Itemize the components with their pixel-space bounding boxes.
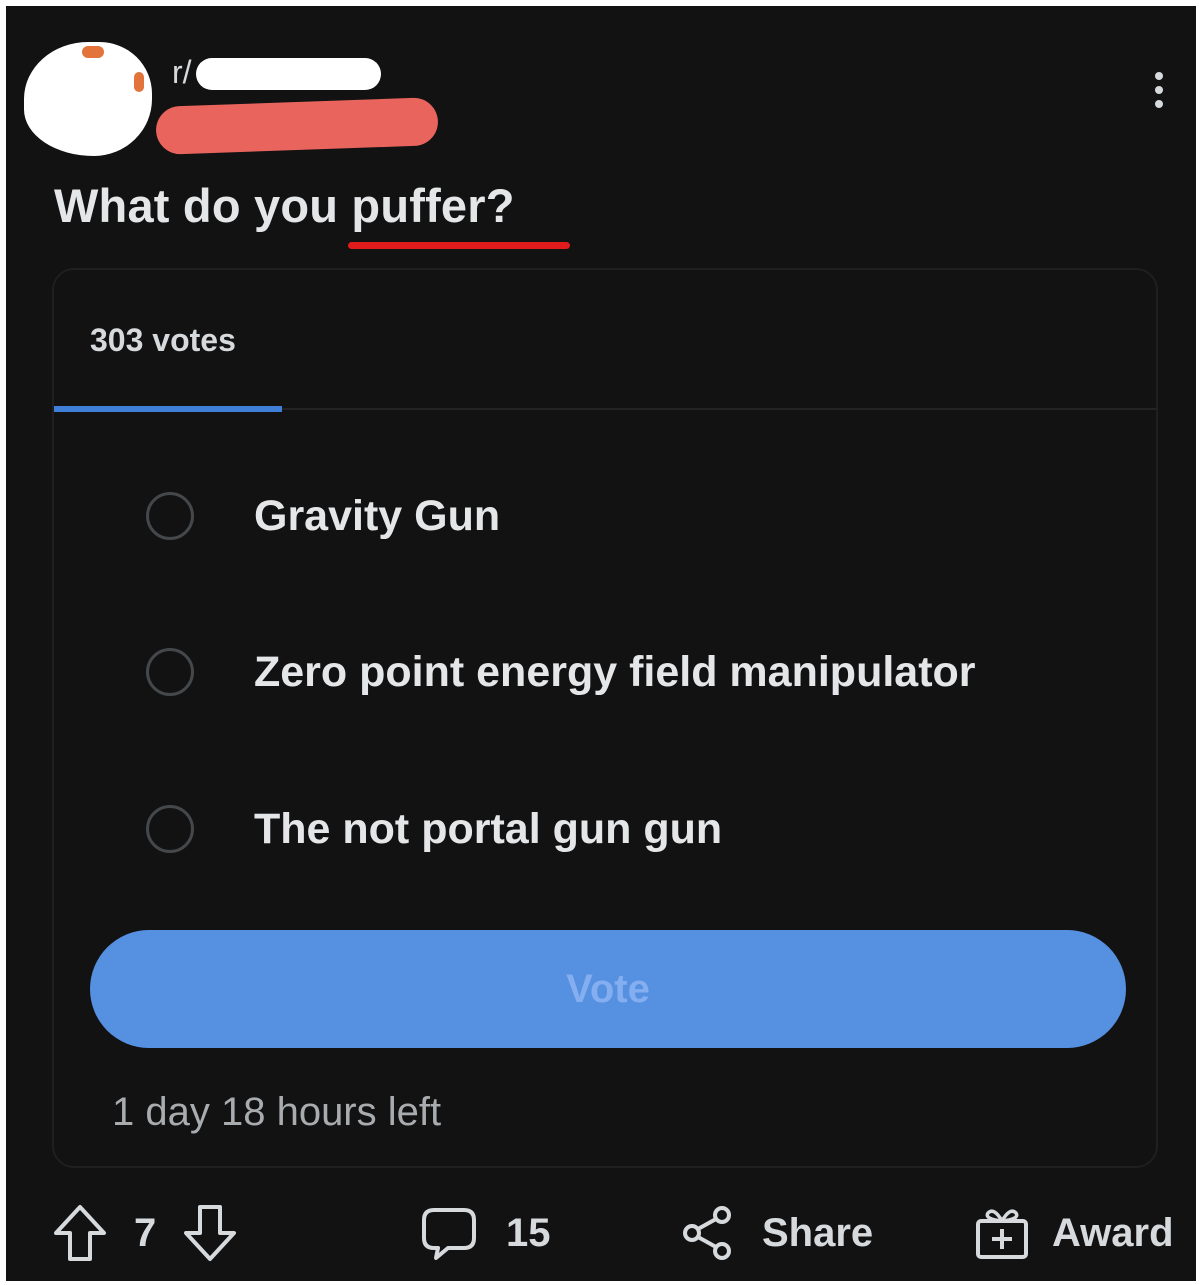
arrow-down-icon (184, 1205, 236, 1261)
vote-button[interactable]: Vote (90, 930, 1126, 1048)
avatar-redacted[interactable] (24, 42, 152, 156)
more-vertical-icon[interactable] (1149, 72, 1169, 116)
post-title[interactable]: What do you puffer? (54, 178, 515, 233)
comments-button[interactable]: 15 (420, 1198, 551, 1268)
share-label: Share (762, 1210, 874, 1255)
share-icon (683, 1206, 731, 1260)
gift-award-icon (976, 1209, 1028, 1259)
comment-bubble-icon (422, 1208, 476, 1260)
post-actions-bar: 7 15 Share Award (6, 1198, 1196, 1268)
radio-button[interactable] (146, 648, 194, 696)
vote-score-value: 7 (134, 1210, 157, 1255)
username-redaction (155, 97, 439, 155)
poll-votes-tab[interactable]: 303 votes (90, 322, 236, 359)
poll-card: 303 votes Gravity Gun Zero point energy … (52, 268, 1158, 1168)
subreddit-prefix[interactable]: r/ (172, 54, 192, 91)
poll-option[interactable]: Zero point energy field manipulator (146, 644, 1106, 704)
award-button[interactable]: Award (972, 1198, 1174, 1268)
poll-option-label: Zero point energy field manipulator (254, 648, 976, 696)
radio-button[interactable] (146, 805, 194, 853)
avatar-remnant (82, 46, 104, 58)
poll-option[interactable]: Gravity Gun (146, 488, 1106, 548)
share-button[interactable]: Share (680, 1198, 873, 1268)
upvote-button[interactable] (52, 1198, 108, 1268)
poll-option-label: The not portal gun gun (254, 805, 723, 853)
poll-option-label: Gravity Gun (254, 492, 501, 540)
vote-score: 7 (134, 1198, 156, 1268)
arrow-up-icon (54, 1205, 106, 1261)
avatar-remnant (134, 72, 144, 92)
downvote-button[interactable] (182, 1198, 238, 1268)
award-label: Award (1052, 1210, 1174, 1255)
comments-count: 15 (506, 1210, 551, 1255)
post-screen: r/ What do you puffer? 303 votes Gravity… (6, 6, 1196, 1281)
spellcheck-underline (348, 242, 570, 249)
tab-active-indicator (54, 406, 282, 412)
poll-option[interactable]: The not portal gun gun (146, 801, 1106, 861)
subreddit-name-redaction (196, 58, 381, 90)
poll-time-left: 1 day 18 hours left (112, 1090, 442, 1134)
radio-button[interactable] (146, 492, 194, 540)
